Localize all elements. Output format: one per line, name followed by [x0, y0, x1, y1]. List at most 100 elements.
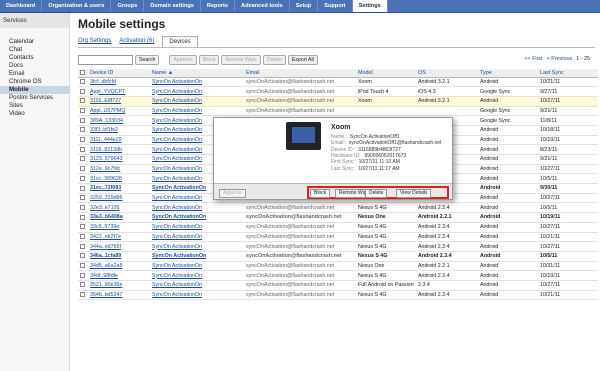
table-row[interactable]: Appl..U57PMQ SyncOn ActivationOn syncOnAct…: [78, 106, 598, 117]
device-id[interactable]: 3422..eb2f7e: [88, 232, 150, 243]
device-name[interactable]: SyncOn ActivationOn: [150, 290, 244, 301]
column-header[interactable]: OS: [416, 69, 478, 78]
block-button[interactable]: Block: [198, 55, 220, 65]
nav-item-dashboard[interactable]: Dashboard: [0, 0, 43, 12]
device-id[interactable]: 3123..579643: [88, 154, 150, 165]
table-row[interactable]: 346a..1cfa89 SyncOn ActivationOn syncOnAct…: [78, 251, 598, 262]
device-id[interactable]: 3521..90e36e: [88, 280, 150, 291]
table-row[interactable]: 34d5..a6a2a8 SyncOn ActivationOn syncOnAct…: [78, 261, 598, 272]
row-checkbox[interactable]: [80, 127, 85, 133]
device-name[interactable]: SyncOn ActivationOn: [150, 270, 244, 281]
row-checkbox[interactable]: [80, 175, 85, 181]
popup-approve-button[interactable]: Approve: [219, 189, 246, 198]
table-row[interactable]: 3116..E8f727 SyncOn ActivationOn syncOnAct…: [78, 96, 598, 107]
sidebar-item-video[interactable]: Video: [0, 110, 69, 118]
search-input[interactable]: [78, 55, 133, 65]
sidebar-item-docs[interactable]: Docs: [0, 62, 69, 70]
device-name[interactable]: SyncOn ActivationOn: [150, 241, 244, 252]
device-id[interactable]: 346a..1cfa89: [88, 251, 150, 262]
row-checkbox[interactable]: [80, 224, 85, 230]
table-row[interactable]: 3fcf..dbfcfd SyncOn ActivationOn syncOnAct…: [78, 77, 598, 88]
table-row[interactable]: 33c9..9739e SyncOn ActivationOn syncOnActi…: [78, 222, 598, 233]
table-row[interactable]: 33a3..b6408a SyncOn ActivationOn syncOnAct…: [78, 212, 598, 223]
sidebar-item-postini-services[interactable]: Postini Services: [0, 94, 69, 102]
column-header[interactable]: Model: [356, 69, 416, 78]
sidebar-item-contacts[interactable]: Contacts: [0, 54, 69, 62]
device-id[interactable]: Appl..U57PMQ: [88, 106, 150, 117]
device-id[interactable]: 354b..bd5247: [88, 290, 150, 301]
device-id[interactable]: Appl..YVQCPT: [88, 86, 150, 97]
row-checkbox[interactable]: [80, 98, 85, 104]
popup-delete-button[interactable]: Delete: [365, 189, 388, 198]
row-checkbox[interactable]: [80, 117, 85, 123]
previous-page-link[interactable]: < Previous: [547, 56, 573, 62]
nav-item-setup[interactable]: Setup: [290, 0, 319, 12]
nav-item-settings[interactable]: Settings: [352, 0, 388, 12]
nav-item-domain-settings[interactable]: Domain settings: [144, 0, 201, 12]
row-checkbox[interactable]: [80, 108, 85, 113]
device-id[interactable]: 33c9..9739e: [88, 222, 150, 233]
device-name[interactable]: SyncOn ActivationOn: [150, 222, 244, 233]
sidebar-item-calendar[interactable]: Calendar: [0, 38, 69, 46]
device-id[interactable]: 31ec..72f083: [88, 183, 150, 194]
first-page-link[interactable]: << First: [524, 56, 542, 62]
device-id[interactable]: 33f3..bf1fe2: [88, 125, 150, 136]
remote-wipe-button[interactable]: Remote Wipe: [221, 55, 261, 65]
device-id[interactable]: 3116..8213db: [88, 144, 150, 155]
row-checkbox[interactable]: [80, 243, 85, 249]
row-checkbox[interactable]: [80, 204, 85, 210]
device-id[interactable]: 3fcf..dbfcfd: [88, 77, 150, 88]
device-name[interactable]: SyncOn ActivationOn: [150, 251, 244, 262]
column-header[interactable]: Email: [244, 69, 356, 78]
column-header[interactable]: Last Sync: [538, 69, 598, 78]
tab-devices[interactable]: Devices: [162, 36, 198, 47]
export-all-button[interactable]: Export All: [287, 55, 318, 65]
column-header[interactable]: Type: [478, 69, 538, 78]
nav-item-support[interactable]: Support: [318, 0, 353, 12]
device-id[interactable]: 33a3..b6408a: [88, 212, 150, 223]
device-name[interactable]: SyncOn ActivationOn: [150, 106, 244, 117]
device-id[interactable]: 3111..444e29: [88, 135, 150, 146]
row-checkbox[interactable]: [80, 282, 85, 288]
delete-button[interactable]: Delete: [262, 55, 286, 65]
device-id[interactable]: 344a..ed765f: [88, 241, 150, 252]
row-checkbox[interactable]: [80, 137, 85, 143]
device-id[interactable]: 312e..9c7fdc: [88, 164, 150, 175]
search-button[interactable]: Search: [135, 55, 160, 65]
table-row[interactable]: 3521..90e36e SyncOn ActivationOn syncOnAct…: [78, 280, 598, 291]
column-header[interactable]: Name ▲: [150, 69, 244, 78]
nav-item-organization-users[interactable]: Organization & users: [42, 0, 112, 12]
column-header[interactable]: Device ID: [88, 69, 150, 78]
nav-item-reports[interactable]: Reports: [201, 0, 236, 12]
row-checkbox[interactable]: [80, 78, 85, 84]
popup-view-details-button[interactable]: View Details: [396, 189, 432, 198]
device-name[interactable]: SyncOn ActivationOn: [150, 280, 244, 291]
row-checkbox[interactable]: [80, 156, 85, 162]
table-row[interactable]: 344a..ed765f SyncOn ActivationOn syncOnAct…: [78, 241, 598, 252]
row-checkbox[interactable]: [80, 214, 85, 220]
row-checkbox[interactable]: [80, 292, 85, 298]
row-checkbox[interactable]: [80, 146, 85, 152]
sidebar-item-mobile[interactable]: Mobile: [0, 86, 69, 94]
sidebar-item-chat[interactable]: Chat: [0, 46, 69, 54]
nav-item-groups[interactable]: Groups: [111, 0, 145, 12]
device-name[interactable]: SyncOn ActivationOn: [150, 86, 244, 97]
row-checkbox[interactable]: [80, 253, 85, 259]
device-id[interactable]: 31cc..309628: [88, 173, 150, 185]
nav-item-advanced-tools[interactable]: Advanced tools: [235, 0, 290, 12]
device-name[interactable]: SyncOn ActivationOn: [150, 202, 244, 214]
row-checkbox[interactable]: [80, 263, 85, 268]
device-name[interactable]: SyncOn ActivationOn: [150, 212, 244, 223]
row-checkbox[interactable]: [80, 195, 85, 201]
row-checkbox[interactable]: [80, 166, 85, 172]
sidebar-item-sites[interactable]: Sites: [0, 102, 69, 110]
device-name[interactable]: SyncOn ActivationOn: [150, 261, 244, 272]
table-row[interactable]: 32e3..e7105 SyncOn ActivationOn syncOnActi…: [78, 202, 598, 214]
sidebar-item-email[interactable]: Email: [0, 70, 69, 78]
device-name[interactable]: SyncOn ActivationOn: [150, 96, 244, 107]
device-name[interactable]: SyncOn ActivationOn: [150, 77, 244, 88]
table-row[interactable]: 3422..eb2f7e SyncOn ActivationOn syncOnAct…: [78, 232, 598, 243]
device-id[interactable]: 3259..319d86: [88, 193, 150, 204]
popup-block-button[interactable]: Block: [310, 189, 331, 198]
approve-button[interactable]: Approve: [169, 55, 197, 65]
